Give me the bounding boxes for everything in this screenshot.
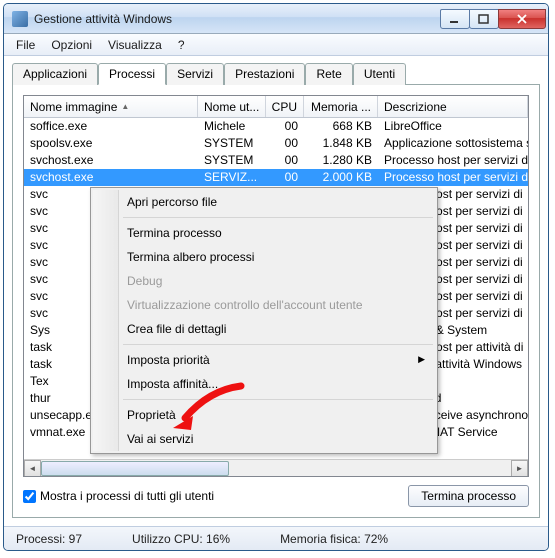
- submenu-arrow-icon: ▶: [418, 354, 425, 365]
- menu-item[interactable]: Termina processo: [93, 221, 435, 245]
- menu-file[interactable]: File: [8, 36, 43, 54]
- window-title: Gestione attività Windows: [34, 12, 441, 26]
- app-icon: [12, 11, 28, 27]
- menu-separator: [123, 344, 433, 345]
- col-image-name[interactable]: Nome immagine▲: [24, 96, 198, 117]
- show-all-users-input[interactable]: [23, 490, 36, 503]
- tabs: ApplicazioniProcessiServiziPrestazioniRe…: [12, 63, 540, 85]
- task-manager-window: Gestione attività Windows File Opzioni V…: [3, 3, 549, 551]
- titlebar[interactable]: Gestione attività Windows: [4, 4, 548, 34]
- menu-item[interactable]: Imposta affinità...: [93, 372, 435, 396]
- table-row[interactable]: svchost.exeSYSTEM001.280 KBProcesso host…: [24, 152, 528, 169]
- tab-applicazioni[interactable]: Applicazioni: [12, 63, 98, 85]
- scroll-left-button[interactable]: ◄: [24, 460, 41, 477]
- horizontal-scrollbar[interactable]: ◄ ►: [24, 459, 528, 476]
- menubar: File Opzioni Visualizza ?: [4, 34, 548, 56]
- status-cpu: Utilizzo CPU: 16%: [132, 532, 230, 546]
- table-row[interactable]: svchost.exeSERVIZ...002.000 KBProcesso h…: [24, 169, 528, 186]
- tab-servizi[interactable]: Servizi: [166, 63, 224, 85]
- column-headers: Nome immagine▲ Nome ut... CPU Memoria ..…: [24, 96, 528, 118]
- menu-view[interactable]: Visualizza: [100, 36, 170, 54]
- sort-asc-icon: ▲: [121, 102, 129, 111]
- end-process-button[interactable]: Termina processo: [408, 485, 529, 507]
- menu-item[interactable]: Proprietà: [93, 403, 435, 427]
- minimize-button[interactable]: [440, 9, 470, 29]
- maximize-button[interactable]: [469, 9, 499, 29]
- col-cpu[interactable]: CPU: [266, 96, 304, 117]
- table-row[interactable]: soffice.exeMichele00668 KBLibreOffice: [24, 118, 528, 135]
- col-memory[interactable]: Memoria ...: [304, 96, 378, 117]
- show-all-users-label: Mostra i processi di tutti gli utenti: [40, 489, 214, 503]
- menu-separator: [123, 399, 433, 400]
- col-user[interactable]: Nome ut...: [198, 96, 266, 117]
- menu-item[interactable]: Vai ai servizi: [93, 427, 435, 451]
- statusbar: Processi: 97 Utilizzo CPU: 16% Memoria f…: [4, 526, 548, 550]
- menu-separator: [123, 217, 433, 218]
- context-menu: Apri percorso file Termina processoTermin…: [90, 187, 438, 454]
- table-row[interactable]: spoolsv.exeSYSTEM001.848 KBApplicazione …: [24, 135, 528, 152]
- col-description[interactable]: Descrizione: [378, 96, 528, 117]
- scroll-track[interactable]: [41, 460, 511, 477]
- tab-prestazioni[interactable]: Prestazioni: [224, 63, 305, 85]
- tab-rete[interactable]: Rete: [305, 63, 352, 85]
- menu-item[interactable]: Imposta priorità▶: [93, 348, 435, 372]
- tab-processi[interactable]: Processi: [98, 63, 166, 85]
- menu-item[interactable]: Apri percorso file: [93, 190, 435, 214]
- scroll-thumb[interactable]: [41, 461, 229, 476]
- menu-help[interactable]: ?: [170, 36, 193, 54]
- status-processes: Processi: 97: [16, 532, 82, 546]
- tab-utenti[interactable]: Utenti: [353, 63, 406, 85]
- menu-item: Debug: [93, 269, 435, 293]
- menu-options[interactable]: Opzioni: [43, 36, 100, 54]
- close-button[interactable]: [498, 9, 546, 29]
- menu-item[interactable]: Termina albero processi: [93, 245, 435, 269]
- status-memory: Memoria fisica: 72%: [280, 532, 388, 546]
- menu-item: Virtualizzazione controllo dell'account …: [93, 293, 435, 317]
- menu-item[interactable]: Crea file di dettagli: [93, 317, 435, 341]
- scroll-right-button[interactable]: ►: [511, 460, 528, 477]
- show-all-users-checkbox[interactable]: Mostra i processi di tutti gli utenti: [23, 489, 214, 503]
